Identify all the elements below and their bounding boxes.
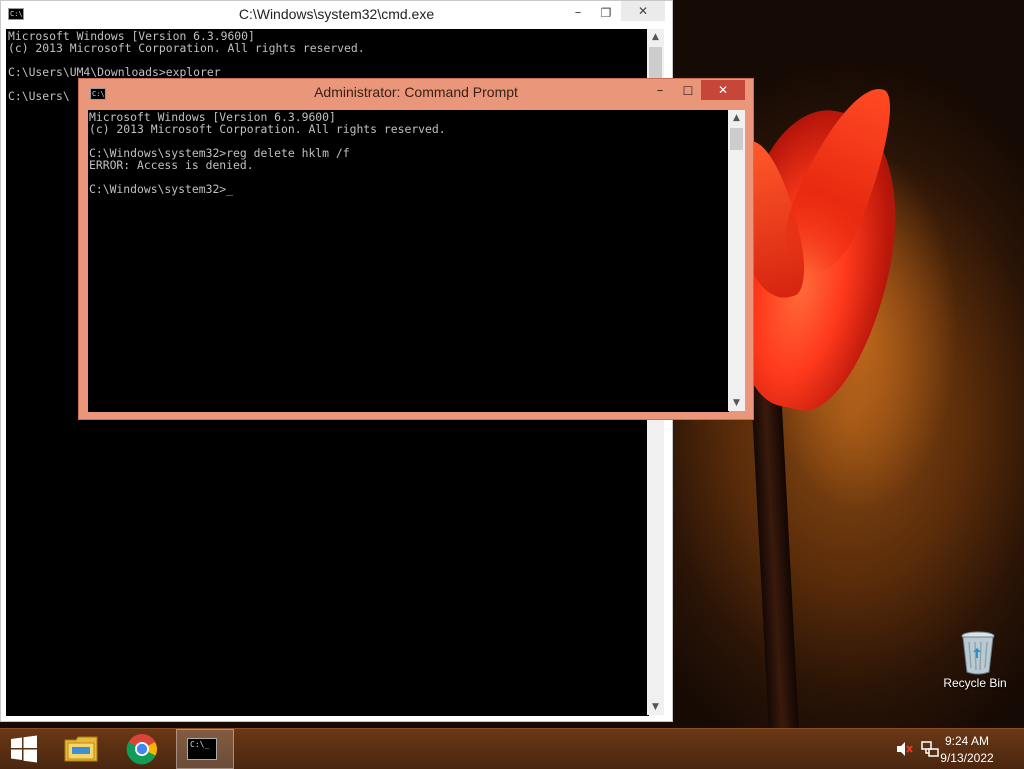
- recycle-bin-icon[interactable]: [960, 630, 995, 675]
- taskbar-file-explorer[interactable]: [57, 729, 105, 769]
- close-button[interactable]: ✕: [701, 80, 745, 100]
- desktop: C:\ C:\Windows\system32\cmd.exe – ❐ ✕ Mi…: [0, 0, 1024, 728]
- console-line: C:\Users\UM4\Downloads>explorer: [8, 65, 221, 79]
- taskbar: C:\_ 9:24 AM 9/13/2022: [0, 728, 1024, 769]
- scroll-up-arrow-icon[interactable]: ▲: [647, 29, 664, 45]
- scrollbar-thumb[interactable]: [730, 128, 743, 150]
- title-bar[interactable]: C:\ Administrator: Command Prompt – ☐ ✕: [79, 79, 753, 107]
- command-prompt-icon[interactable]: C:\_: [187, 738, 217, 760]
- console-line: ERROR: Access is denied.: [89, 158, 254, 172]
- chrome-icon[interactable]: [126, 733, 158, 765]
- tray-clock-time[interactable]: 9:24 AM: [932, 734, 1002, 748]
- title-bar[interactable]: C:\ C:\Windows\system32\cmd.exe – ❐ ✕: [1, 1, 672, 29]
- start-button[interactable]: [0, 729, 48, 769]
- taskbar-command-prompt[interactable]: C:\_: [176, 729, 234, 769]
- scroll-down-arrow-icon[interactable]: ▼: [728, 395, 745, 411]
- minimize-button[interactable]: –: [647, 81, 673, 101]
- recycle-bin[interactable]: Recycle Bin: [938, 630, 1012, 690]
- console-line: C:\Windows\system32>_: [89, 182, 234, 196]
- console-line: (c) 2013 Microsoft Corporation. All righ…: [89, 122, 446, 136]
- file-explorer-icon[interactable]: [64, 734, 98, 764]
- console-output[interactable]: Microsoft Windows [Version 6.3.9600] (c) …: [88, 110, 729, 412]
- maximize-button[interactable]: ☐: [675, 81, 701, 101]
- close-button[interactable]: ✕: [621, 1, 665, 21]
- console-line: (c) 2013 Microsoft Corporation. All righ…: [8, 41, 365, 55]
- taskbar-chrome[interactable]: [118, 729, 166, 769]
- tray-clock-date[interactable]: 9/13/2022: [932, 751, 1002, 765]
- speaker-muted-icon[interactable]: [896, 741, 914, 757]
- minimize-button[interactable]: –: [563, 3, 593, 23]
- vertical-scrollbar[interactable]: ▲ ▼: [728, 110, 745, 411]
- windows-logo-icon[interactable]: [10, 735, 38, 763]
- admin-cmd-window[interactable]: C:\ Administrator: Command Prompt – ☐ ✕ …: [78, 78, 754, 420]
- scroll-up-arrow-icon[interactable]: ▲: [728, 110, 745, 126]
- scroll-down-arrow-icon[interactable]: ▼: [647, 699, 664, 715]
- recycle-bin-label: Recycle Bin: [943, 676, 1007, 690]
- wallpaper-tulip-stem: [750, 379, 800, 728]
- maximize-button[interactable]: ❐: [593, 3, 619, 23]
